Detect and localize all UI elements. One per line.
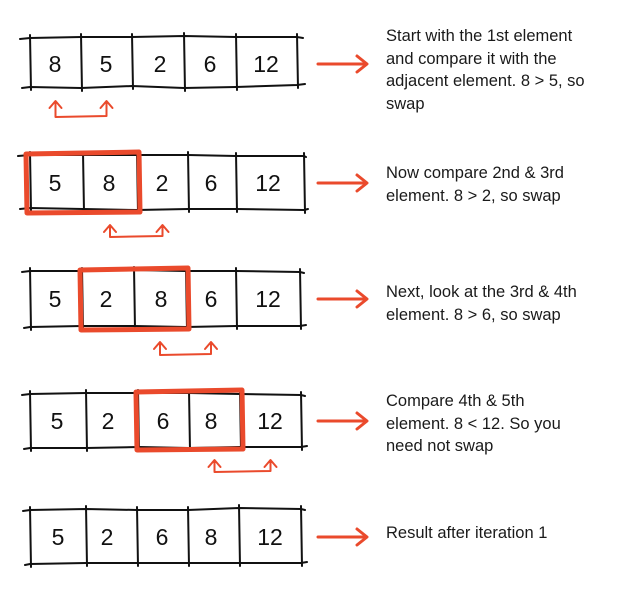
array-cell-divider — [296, 33, 299, 89]
cell-value: 2 — [100, 286, 113, 312]
description-line: Result after iteration 1 — [386, 524, 548, 542]
array-cell-divider — [29, 390, 32, 452]
array-cell-divider — [29, 151, 32, 212]
description-line: element. 8 < 12. So you — [386, 414, 561, 433]
cell-value: 8 — [155, 286, 168, 312]
cell-value: 8 — [205, 524, 218, 550]
array-cell-divider — [303, 152, 306, 214]
array-cell-divider — [85, 505, 88, 567]
swap-arrows-icon — [207, 459, 278, 473]
array-row-4: 5 2 6 8 12 — [21, 387, 369, 473]
right-arrow-icon — [316, 411, 369, 431]
array-cell-divider — [188, 389, 191, 452]
array-bottom-border — [21, 83, 306, 89]
step-description-4: Compare 4th & 5th element. 8 < 12. So you… — [386, 390, 612, 458]
right-arrow-icon — [316, 173, 369, 193]
right-arrow-icon — [316, 54, 369, 74]
array-cell-divider — [80, 33, 83, 92]
step-description-1: Start with the 1st element and compare it… — [386, 25, 612, 115]
description-line: need not swap — [386, 437, 494, 455]
swap-indicator — [207, 459, 278, 473]
right-arrow-icon — [316, 289, 369, 309]
array-cell-divider — [136, 506, 139, 567]
array-top-border — [22, 507, 306, 512]
array-bottom-border — [19, 207, 309, 211]
cell-value: 6 — [205, 170, 218, 196]
cell-value: 2 — [101, 524, 114, 550]
swap-arrows-icon — [48, 100, 114, 118]
cell-value: 6 — [157, 408, 170, 434]
array-row-2: 5 8 2 6 12 — [17, 149, 369, 238]
cell-value: 6 — [204, 51, 217, 77]
array-cell-divider — [187, 506, 190, 567]
swap-indicator — [48, 100, 114, 118]
array-bottom-border — [24, 561, 308, 566]
array-cell-divider — [300, 505, 303, 567]
array-rows: 8 5 2 6 12 5 8 2 6 12 5 2 8 6 12 5 2 6 8 12 5 2 6 8 12 — [17, 32, 369, 568]
right-arrow-icon — [316, 527, 369, 547]
array-cell-divider — [131, 33, 134, 90]
cell-value: 5 — [49, 286, 62, 312]
swap-indicator — [103, 224, 170, 238]
cell-value: 6 — [156, 524, 169, 550]
array-cell-divider — [187, 151, 190, 213]
cell-value: 8 — [49, 51, 62, 77]
cell-value: 5 — [49, 170, 62, 196]
description-line: swap — [386, 94, 425, 113]
array-cell-divider — [183, 32, 186, 92]
cell-value: 8 — [205, 408, 218, 434]
array-row-5: 5 2 6 8 12 — [22, 504, 369, 568]
swap-arrows-icon — [153, 341, 218, 356]
array-cell-divider — [238, 504, 241, 567]
array-cell-divider — [85, 389, 88, 452]
array-cell-divider — [82, 151, 85, 213]
array-cell-divider — [29, 506, 32, 568]
array-cell-divider — [133, 266, 136, 330]
description-line: element. 8 > 6, so swap — [386, 305, 561, 324]
cell-value: 5 — [51, 408, 64, 434]
step-description-5: Result after iteration 1 — [386, 522, 612, 545]
cell-value: 12 — [257, 408, 283, 434]
cell-value: 5 — [52, 524, 65, 550]
array-cell-divider — [235, 152, 238, 213]
description-line: and compare it with the — [386, 49, 557, 68]
cell-value: 2 — [154, 51, 167, 77]
array-cell-divider — [235, 267, 238, 330]
cell-value: 6 — [205, 286, 218, 312]
array-cell-divider — [29, 34, 32, 91]
array-top-border — [19, 35, 304, 40]
description-line: Next, look at the 3rd & 4th — [386, 283, 577, 301]
description-line: element. 8 > 2, so swap — [386, 186, 561, 205]
array-row-3: 5 2 8 6 12 — [21, 265, 369, 356]
step-description-3: Next, look at the 3rd & 4th element. 8 > … — [386, 281, 612, 326]
array-cell-divider — [29, 267, 32, 331]
cell-value: 12 — [255, 286, 281, 312]
array-row-1: 8 5 2 6 12 — [19, 32, 369, 118]
step-description-2: Now compare 2nd & 3rd element. 8 > 2, so … — [386, 162, 612, 207]
cell-value: 12 — [257, 524, 283, 550]
cell-value: 2 — [102, 408, 115, 434]
cell-value: 12 — [255, 170, 281, 196]
description-line: adjacent element. 8 > 5, so — [386, 72, 585, 90]
cell-value: 5 — [100, 51, 113, 77]
cell-value: 12 — [253, 51, 279, 77]
description-line: Start with the 1st element — [386, 27, 573, 45]
swap-arrows-icon — [103, 224, 170, 238]
array-cell-divider — [299, 268, 302, 330]
swap-indicator — [153, 341, 218, 356]
array-cell-divider — [235, 33, 238, 91]
array-cell-divider — [300, 391, 303, 451]
description-line: Compare 4th & 5th — [386, 392, 525, 410]
cell-value: 2 — [156, 170, 169, 196]
cell-value: 8 — [103, 170, 116, 196]
description-line: Now compare 2nd & 3rd — [386, 164, 564, 182]
